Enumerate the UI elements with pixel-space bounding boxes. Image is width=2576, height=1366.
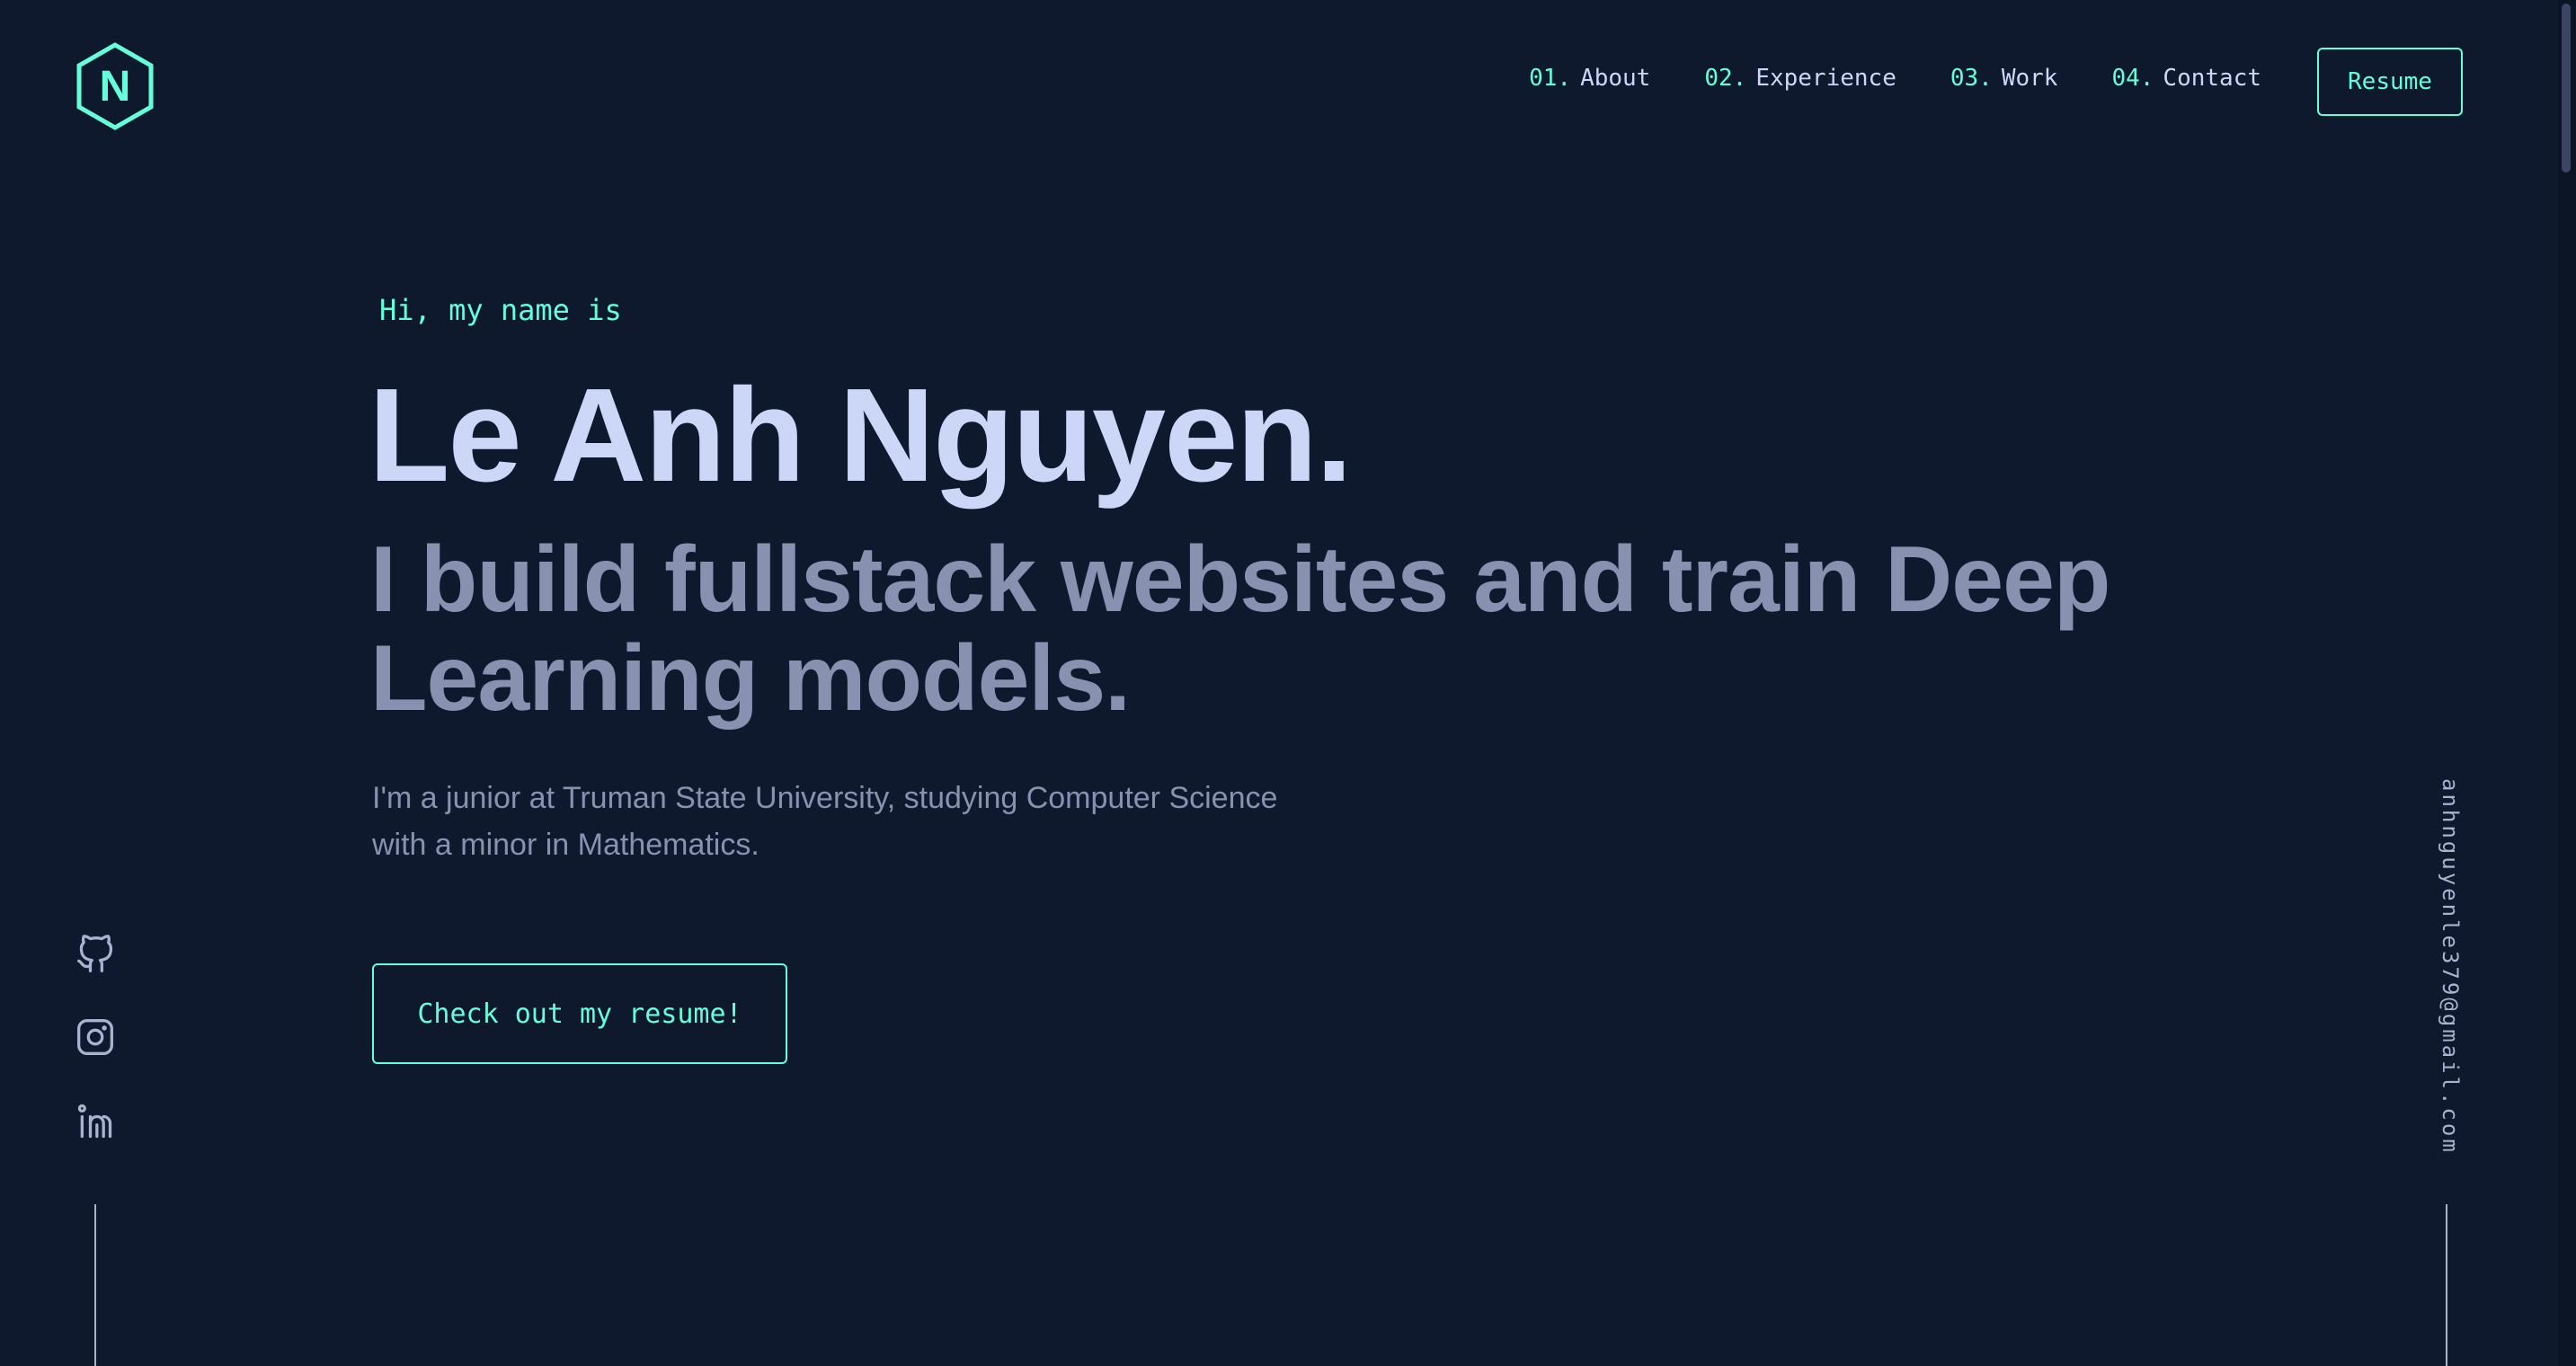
nav-item-work[interactable]: 03. Work [1950,65,2058,92]
instagram-icon[interactable] [76,1017,115,1057]
nav-label: Experience [1755,65,1896,92]
bio-line: I'm a junior at Truman State University,… [372,781,1278,815]
github-icon[interactable] [76,935,115,974]
linkedin-icon[interactable] [76,1102,115,1141]
resume-button[interactable]: Resume [2317,48,2463,116]
logo-letter: N [100,63,131,111]
hero-name: Le Anh Nguyen. [369,361,1353,510]
nav-item-contact[interactable]: 04. Contact [2111,65,2261,92]
nav-label: Work [2001,65,2058,92]
hexagon-logo-icon: N [76,42,154,130]
nav-number: 04. [2111,65,2154,92]
main-nav: 01. About 02. Experience 03. Work 04. Contac… [1529,65,2261,92]
hero-bio: I'm a junior at Truman State University,… [372,775,1397,868]
tagline-line: Learning models. [370,626,1131,731]
nav-number: 02. [1704,65,1747,92]
social-divider-line [94,1204,96,1366]
nav-label: Contact [2163,65,2261,92]
email-link[interactable]: anhnguyenle379@gmail.com [2427,778,2463,1174]
email-divider-line [2446,1204,2447,1366]
check-resume-button[interactable]: Check out my resume! [372,963,787,1064]
scrollbar-thumb[interactable] [2562,4,2571,173]
nav-number: 01. [1529,65,1572,92]
tagline-line: I build fullstack websites and train Dee… [370,528,2110,632]
logo[interactable]: N [74,41,156,131]
greeting-text: Hi, my name is [379,293,622,327]
hero-tagline: I build fullstack websites and train Dee… [370,530,2168,728]
nav-item-about[interactable]: 01. About [1529,65,1650,92]
nav-number: 03. [1950,65,1993,92]
bio-line: with a minor in Mathematics. [372,828,759,862]
scrollbar-track[interactable] [2558,0,2576,1366]
nav-item-experience[interactable]: 02. Experience [1704,65,1896,92]
nav-label: About [1580,65,1651,92]
